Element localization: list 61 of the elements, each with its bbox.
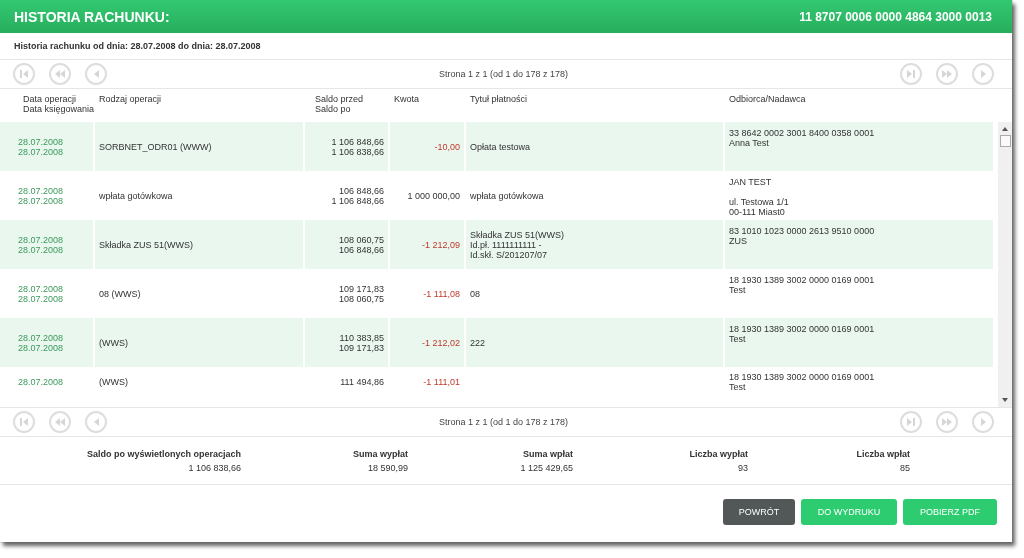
scroll-thumb[interactable] <box>999 135 1011 147</box>
summary-value: 85 <box>899 462 910 473</box>
amount-cell: -1 111,01 <box>390 367 466 397</box>
rewind-icon <box>55 418 65 426</box>
table-cell: 18 1930 1389 3002 0000 0169 0001 Test <box>725 367 995 397</box>
amount-cell: -1 212,02 <box>390 318 466 367</box>
column-header[interactable]: Odbiorca/Nadawca <box>725 94 995 104</box>
table-cell: 83 1010 1023 0000 2613 9510 0000 ZUS <box>725 220 995 269</box>
action-button[interactable]: POWRÓT <box>723 499 795 525</box>
column-header[interactable]: Tytuł płatności <box>466 94 725 104</box>
summary-label: Suma wypłat <box>352 448 408 459</box>
date-cell: 28.07.2008 <box>0 367 95 397</box>
last-page-icon <box>907 418 915 426</box>
scroll-down-icon[interactable] <box>1001 397 1009 403</box>
next-icon <box>980 418 986 426</box>
summary-value: 93 <box>737 462 748 473</box>
period-text: Historia rachunku od dnia: 28.07.2008 do dnia: 28.07.2008 <box>14 41 261 51</box>
account-number: 11 8707 0006 0000 4864 3000 0013 <box>799 9 992 24</box>
first-page-icon <box>20 70 28 78</box>
first-page-icon <box>20 418 28 426</box>
rewind-icon <box>55 70 65 78</box>
amount-cell: -1 212,09 <box>390 220 466 269</box>
summary-value: 1 106 838,66 <box>187 462 241 473</box>
table-cell: 18 1930 1389 3002 0000 0169 0001 Test <box>725 318 995 367</box>
summary-label: Saldo po wyświetlonych operacjach <box>85 448 241 459</box>
balance-cell: 110 383,85 109 171,83 <box>305 318 390 367</box>
column-header[interactable]: Saldo przed Saldo po <box>305 94 390 114</box>
balance-cell: 111 494,86 <box>305 367 390 397</box>
fast-forward-icon <box>942 70 952 78</box>
date-cell: 28.07.2008 28.07.2008 <box>0 220 95 269</box>
table-cell: Składka ZUS 51(WWS) <box>95 220 305 269</box>
fast-forward-icon <box>942 418 952 426</box>
next-icon <box>980 70 986 78</box>
table-cell: 33 8642 0002 3001 8400 0358 0001 Anna Test <box>725 122 995 171</box>
table-cell: (WWS) <box>95 367 305 397</box>
page-title: HISTORIA RACHUNKU: <box>14 8 170 25</box>
last-page-icon <box>907 70 915 78</box>
summary-label: Suma wpłat <box>522 448 573 459</box>
table-cell: SORBNET_ODR01 (WWW) <box>95 122 305 171</box>
summary-value: 18 590,99 <box>366 462 408 473</box>
column-header[interactable]: Kwota <box>390 94 466 104</box>
table-cell: (WWS) <box>95 318 305 367</box>
date-cell: 28.07.2008 28.07.2008 <box>0 122 95 171</box>
balance-cell: 108 060,75 106 848,66 <box>305 220 390 269</box>
amount-cell: -10,00 <box>390 122 466 171</box>
table-cell: 222 <box>466 318 725 367</box>
page-info: Strona 1 z 1 (od 1 do 178 z 178) <box>438 69 569 79</box>
scroll-up-icon[interactable] <box>1001 126 1009 132</box>
column-header[interactable]: Data operacji Data księgowania <box>0 94 95 114</box>
summary-label: Liczba wypłat <box>688 448 748 459</box>
page-info: Strona 1 z 1 (od 1 do 178 z 178) <box>438 417 569 427</box>
table-cell: Opłata testowa <box>466 122 725 171</box>
date-cell: 28.07.2008 28.07.2008 <box>0 318 95 367</box>
column-header[interactable]: Rodzaj operacji <box>95 94 305 104</box>
summary-value: 1 125 429,65 <box>519 462 573 473</box>
table-cell: Składka ZUS 51(WWS) Id.pł. 1111111111 - Id.skł. S/201207/07 <box>466 220 725 269</box>
previous-icon <box>93 418 99 426</box>
scrollbar[interactable] <box>998 122 1012 407</box>
previous-icon <box>93 70 99 78</box>
summary-label: Liczba wpłat <box>855 448 910 459</box>
balance-cell: 1 106 848,66 1 106 838,66 <box>305 122 390 171</box>
